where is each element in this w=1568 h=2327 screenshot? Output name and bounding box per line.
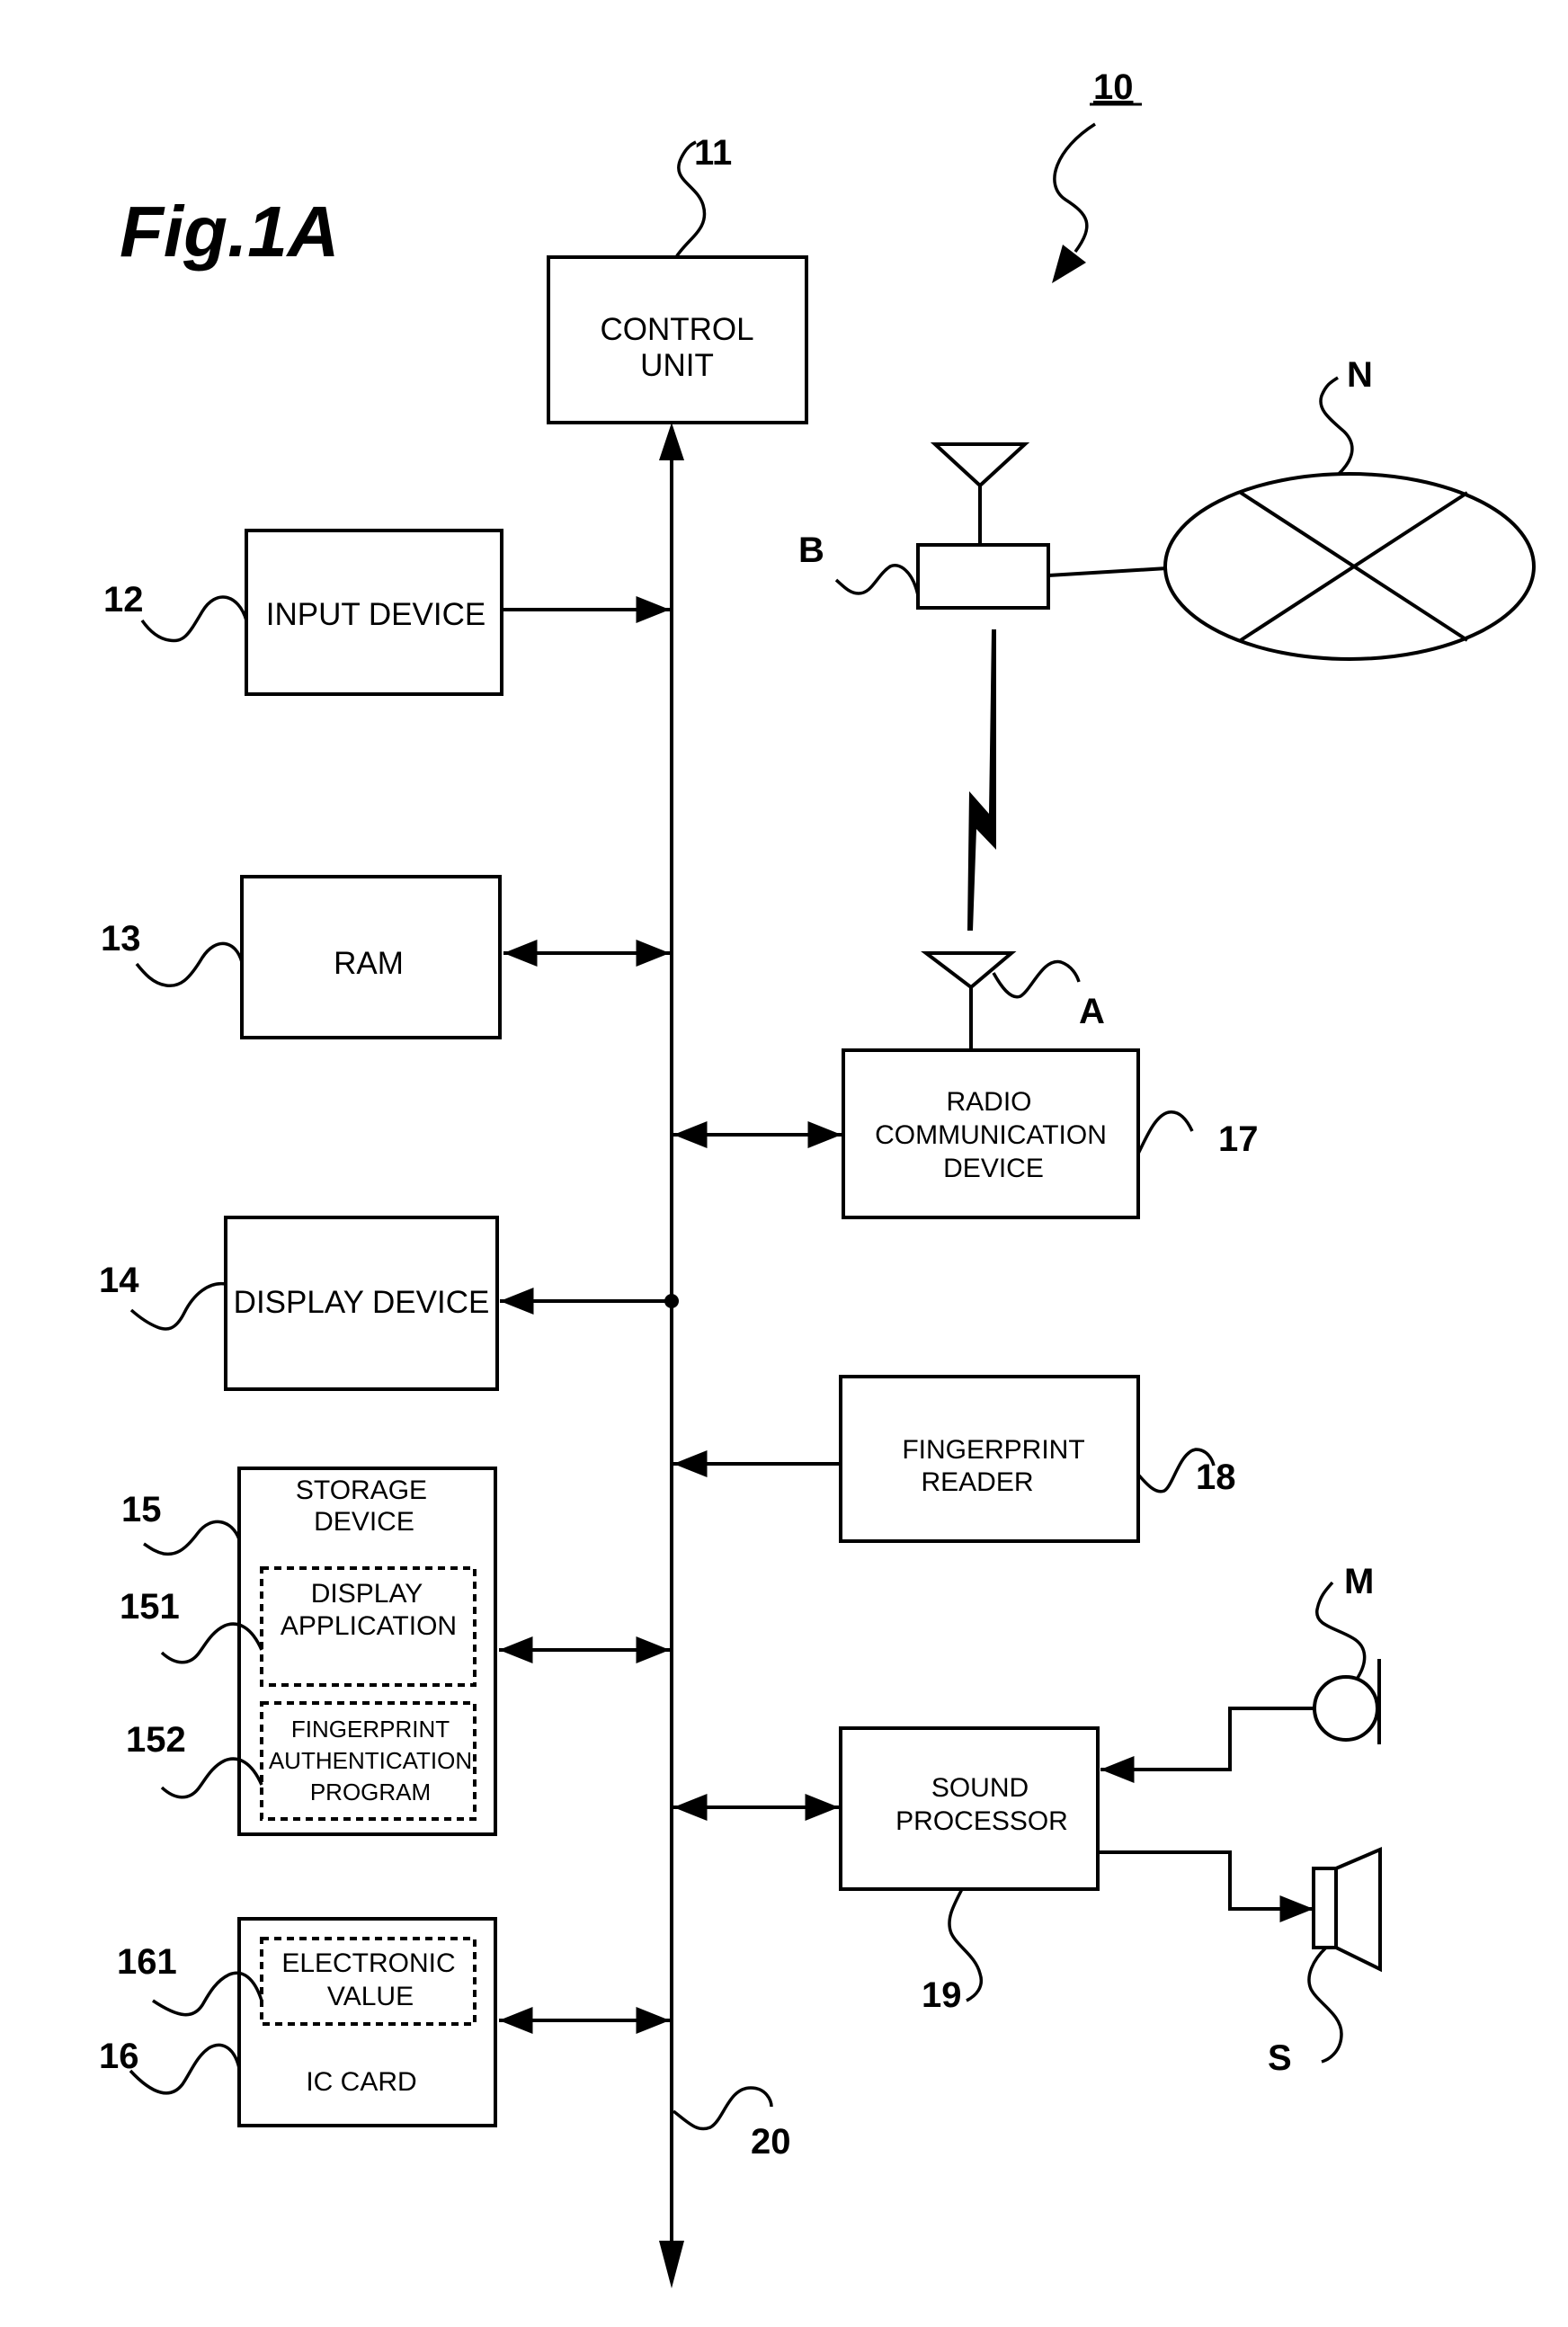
control-unit-line-2: UNIT — [640, 348, 714, 383]
display-device-leader — [129, 1281, 227, 1331]
network-icon — [1163, 472, 1536, 661]
ic-card-ref: 16 — [99, 2037, 139, 2076]
control-unit-line-1: CONTROL — [600, 312, 753, 347]
sound-processor-ref: 19 — [922, 1975, 962, 2015]
storage-device-line-2: DEVICE — [314, 1507, 414, 1537]
display-application-line-1: DISPLAY — [311, 1579, 423, 1609]
radio-communication-block: RADIO COMMUNICATION DEVICE — [842, 1048, 1140, 1219]
fingerprint-auth-line-2: AUTHENTICATION — [269, 1747, 472, 1774]
input-device-leader — [140, 595, 248, 643]
control-unit-ref: 11 — [694, 133, 732, 173]
antenna-a-icon — [921, 951, 1017, 1050]
fingerprint-reader-line-1: FINGERPRINT — [902, 1435, 1084, 1465]
input-device-ref: 12 — [103, 580, 144, 620]
fingerprint-auth-ref: 152 — [126, 1720, 186, 1760]
display-device-block: DISPLAY DEVICE — [224, 1216, 499, 1391]
microphone-label: M — [1344, 1562, 1374, 1601]
ram-block: RAM — [240, 875, 502, 1039]
ic-card-label: IC CARD — [306, 2067, 416, 2097]
network-label: N — [1347, 355, 1373, 395]
fingerprint-auth-line-1: FINGERPRINT — [291, 1716, 450, 1743]
storage-device-ref: 15 — [121, 1490, 162, 1529]
base-station-leader — [834, 564, 920, 596]
system-ref-label: 10 — [1093, 67, 1134, 107]
electronic-value-line-1: ELECTRONIC — [281, 1948, 455, 1978]
radio-link-icon — [967, 629, 996, 931]
system-arrowhead — [1052, 245, 1086, 283]
bus-junction-dot — [664, 1294, 679, 1308]
electronic-value-ref: 161 — [117, 1942, 177, 1982]
antenna-a-leader — [992, 959, 1081, 999]
base-station-label: B — [798, 530, 824, 570]
microphone-icon — [1313, 1659, 1381, 1744]
fingerprint-reader-line-2: READER — [921, 1467, 1033, 1497]
bus-arrow-top — [659, 423, 684, 460]
display-application-ref: 151 — [120, 1587, 180, 1627]
fingerprint-reader-ref: 18 — [1196, 1458, 1236, 1497]
sound-processor-block: SOUND PROCESSOR — [839, 1726, 1100, 1891]
block-diagram: Fig.1A 10 20 CONTROL UNIT 11 INPUT DEVIC… — [99, 67, 1536, 2288]
sound-processor-line-2: PROCESSOR — [895, 1806, 1068, 1836]
radio-line-2: COMMUNICATION — [875, 1120, 1107, 1150]
bus-ref: 20 — [751, 2122, 791, 2162]
base-to-network-line — [1047, 566, 1168, 577]
electronic-value-line-2: VALUE — [327, 1982, 414, 2011]
control-unit-block: CONTROL UNIT — [547, 255, 808, 424]
figure-label: Fig.1A — [120, 192, 339, 272]
ram-label: RAM — [334, 946, 404, 981]
display-application-line-2: APPLICATION — [281, 1611, 457, 1641]
antenna-a-label: A — [1079, 992, 1105, 1031]
display-device-ref: 14 — [99, 1261, 139, 1300]
sound-processor-line-1: SOUND — [931, 1773, 1029, 1803]
input-device-label: INPUT DEVICE — [266, 597, 486, 632]
ram-leader — [135, 941, 244, 988]
radio-leader — [1136, 1110, 1194, 1155]
fingerprint-auth-line-3: PROGRAM — [310, 1779, 431, 1805]
sound-to-speaker-arrow — [1098, 1850, 1314, 1922]
speaker-leader — [1307, 1946, 1343, 2064]
ram-ref: 13 — [101, 919, 141, 958]
radio-ref: 17 — [1218, 1119, 1259, 1159]
mic-to-sound-arrow — [1100, 1707, 1314, 1783]
storage-device-line-1: STORAGE — [296, 1476, 427, 1505]
bus-arrow-bottom — [659, 2241, 684, 2288]
speaker-label: S — [1268, 2038, 1292, 2078]
input-device-block: INPUT DEVICE — [245, 529, 503, 696]
system-leader — [1053, 122, 1096, 254]
radio-line-1: RADIO — [946, 1087, 1031, 1117]
ic-card-leader — [129, 2043, 241, 2095]
fingerprint-reader-block: FINGERPRINT READER — [839, 1375, 1140, 1543]
radio-line-3: DEVICE — [943, 1154, 1044, 1183]
display-device-label: DISPLAY DEVICE — [234, 1285, 490, 1320]
base-station-icon — [916, 442, 1050, 610]
